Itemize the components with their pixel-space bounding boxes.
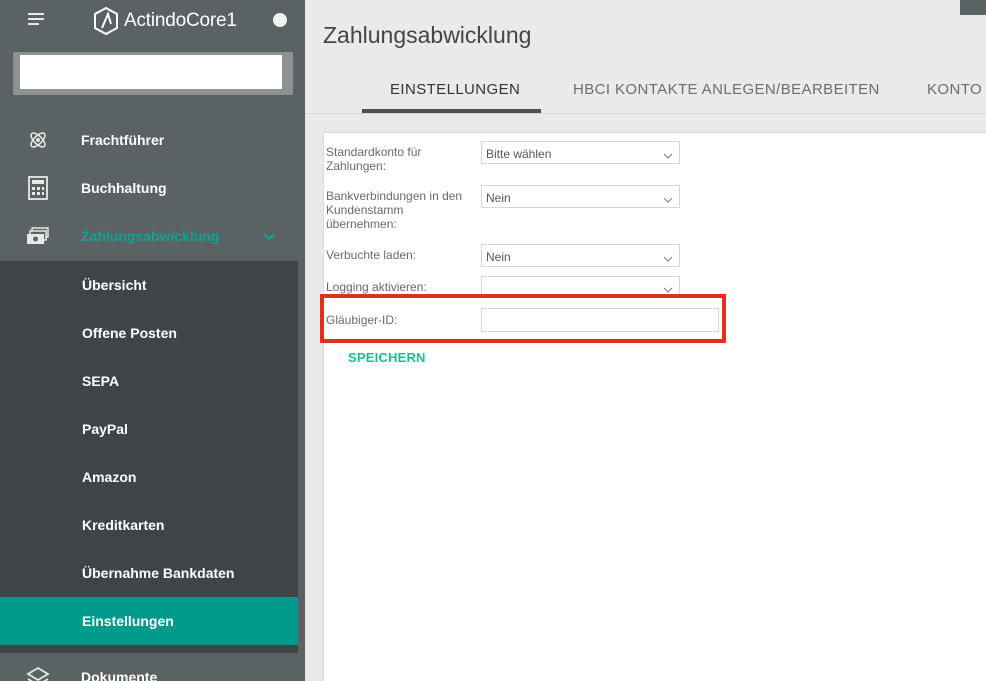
status-indicator[interactable]: [273, 13, 287, 27]
save-button[interactable]: SPEICHERN: [348, 350, 426, 365]
submenu-item-offene-posten[interactable]: Offene Posten: [0, 309, 298, 357]
select-bankverbindungen[interactable]: Nein: [481, 185, 680, 208]
main-header: Zahlungsabwicklung EINSTELLUNGEN HBCI KO…: [305, 0, 986, 114]
submenu-item-amazon[interactable]: Amazon: [0, 453, 298, 501]
search-container: [13, 52, 293, 95]
content-area: Standardkonto für Zahlungen: Bitte wähle…: [305, 115, 986, 681]
sidebar-topbar: ActindoCore1: [0, 0, 298, 46]
submenu-label: Übersicht: [82, 277, 147, 293]
nav-item-buchhaltung[interactable]: Buchhaltung: [0, 164, 298, 212]
logo-text: ActindoCore1: [124, 10, 237, 31]
label-verbuchte-laden: Verbuchte laden:: [326, 248, 417, 262]
submenu-zahlungsabwicklung: Übersicht Offene Posten SEPA PayPal Amaz…: [0, 261, 298, 649]
calculator-icon: [26, 176, 50, 200]
active-tab-indicator: [362, 109, 541, 113]
submenu-item-sepa[interactable]: SEPA: [0, 357, 298, 405]
nav-item-frachtfuehrer[interactable]: Frachtführer: [0, 116, 298, 164]
submenu-label: Offene Posten: [82, 325, 177, 341]
submenu-item-einstellungen[interactable]: Einstellungen: [0, 597, 298, 645]
chevron-down-icon: [663, 147, 673, 165]
submenu-bottom-divider: [0, 645, 298, 653]
chevron-down-icon: [663, 191, 673, 209]
select-standardkonto[interactable]: Bitte wählen: [481, 141, 680, 164]
header-corner-strip: [960, 0, 986, 15]
chevron-down-icon: [663, 250, 673, 268]
highlight-annotation: [320, 294, 726, 343]
nav-item-dokumente[interactable]: Dokumente: [0, 653, 298, 681]
select-value: Bitte wählen: [486, 147, 552, 161]
submenu-label: Übernahme Bankdaten: [82, 565, 235, 581]
label-bankverbindungen: Bankverbindungen in den Kundenstamm über…: [326, 189, 463, 231]
page-title: Zahlungsabwicklung: [323, 22, 532, 48]
submenu-label: SEPA: [82, 373, 120, 389]
label-logging: Logging aktivieren:: [326, 280, 427, 294]
nav-item-zahlungsabwicklung[interactable]: Zahlungsabwicklung: [0, 212, 298, 260]
nav-label: Dokumente: [81, 669, 158, 681]
main-nav: Frachtführer Buchhaltung Zahlungsabwickl…: [0, 116, 298, 260]
submenu-item-uebernahme-bankdaten[interactable]: Übernahme Bankdaten: [0, 549, 298, 597]
search-input[interactable]: [20, 55, 282, 89]
nav-label: Buchhaltung: [81, 180, 167, 196]
atom-icon: [26, 129, 50, 151]
nav-label: Zahlungsabwicklung: [81, 228, 220, 244]
tab-hbci-kontakte[interactable]: HBCI KONTAKTE ANLEGEN/BEARBEITEN: [573, 81, 880, 98]
tab-einstellungen[interactable]: EINSTELLUNGEN: [390, 81, 520, 98]
select-logging[interactable]: [481, 276, 680, 296]
sidebar: ActindoCore1 Frachtführer Buchhaltung Za…: [0, 0, 305, 681]
hamburger-menu-icon[interactable]: [28, 13, 44, 27]
submenu-label: Amazon: [82, 469, 137, 485]
select-value: Nein: [486, 250, 511, 264]
sidebar-edge: [298, 0, 305, 681]
submenu-label: Einstellungen: [82, 613, 174, 629]
submenu-label: Kreditkarten: [82, 517, 165, 533]
submenu-item-kreditkarten[interactable]: Kreditkarten: [0, 501, 298, 549]
submenu-item-uebersicht[interactable]: Übersicht: [0, 261, 298, 309]
tab-bar: EINSTELLUNGEN HBCI KONTAKTE ANLEGEN/BEAR…: [305, 70, 986, 114]
tab-konto[interactable]: KONTO A: [927, 81, 986, 98]
label-standardkonto: Standardkonto für Zahlungen:: [326, 145, 422, 173]
chevron-down-icon[interactable]: [262, 229, 276, 247]
select-verbuchte-laden[interactable]: Nein: [481, 244, 680, 267]
settings-panel: Standardkonto für Zahlungen: Bitte wähle…: [323, 132, 986, 681]
submenu-item-paypal[interactable]: PayPal: [0, 405, 298, 453]
money-icon: [26, 225, 50, 247]
nav-label: Frachtführer: [81, 132, 165, 148]
submenu-label: PayPal: [82, 421, 128, 437]
logo-mark-icon: [94, 6, 118, 36]
layers-icon: [26, 666, 50, 681]
app-logo[interactable]: ActindoCore1: [93, 5, 237, 37]
select-value: Nein: [486, 191, 511, 205]
